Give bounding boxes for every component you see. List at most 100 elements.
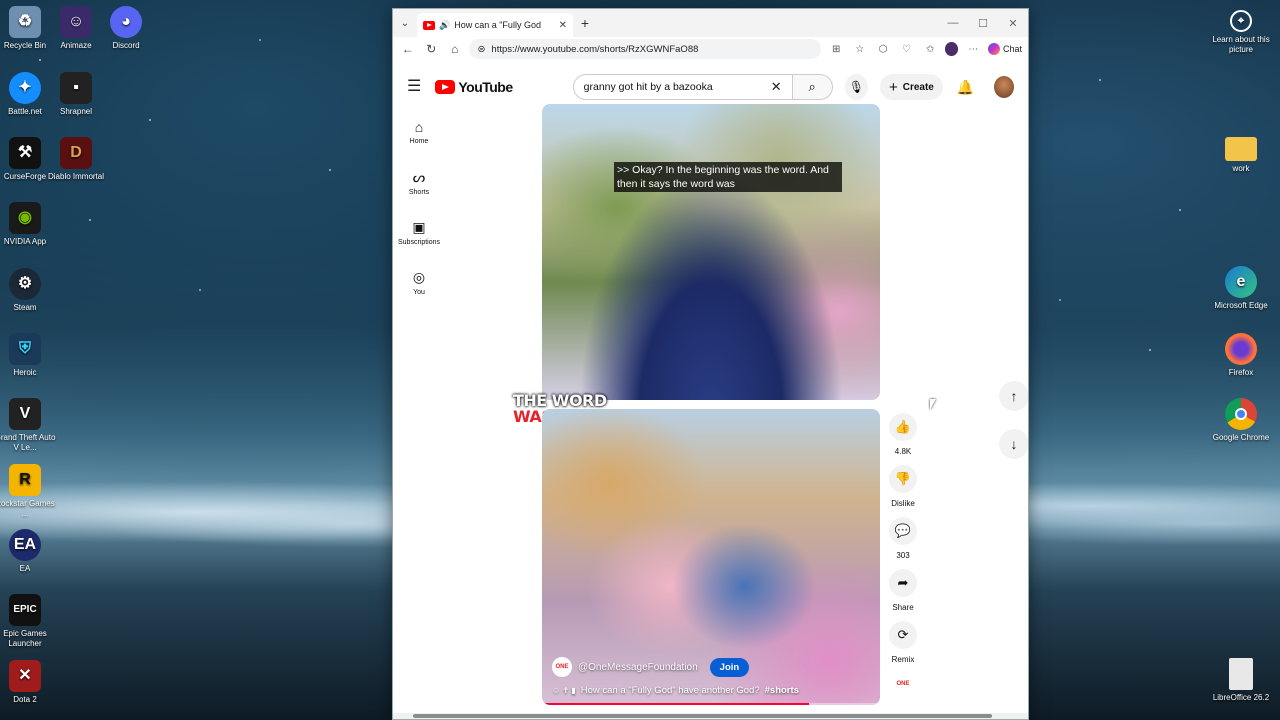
mouse-cursor-icon — [930, 399, 936, 410]
home-icon[interactable]: ⌂ — [446, 42, 463, 56]
desktop-icon-label: LibreOffice 26.2 — [1212, 693, 1270, 702]
back-icon[interactable]: ← — [399, 42, 416, 56]
you-icon: ◎ — [412, 269, 426, 285]
desktop-icon-heroic[interactable]: ⛨ Heroic — [0, 333, 57, 378]
dislike-action: 👎 Dislike — [887, 465, 919, 509]
reload-icon[interactable]: ↻ — [422, 42, 439, 56]
desktop-icon-diablo[interactable]: D Diablo Immortal — [44, 137, 108, 182]
guide-item-you[interactable]: ◎ You — [393, 263, 445, 313]
desktop-icon-steam[interactable]: ⚙ Steam — [0, 268, 57, 313]
desktop-icon-ea[interactable]: EA EA — [0, 529, 57, 574]
url-text: https://www.youtube.com/shorts/RzXGWNFaO… — [491, 43, 699, 55]
close-tab-icon[interactable]: ✕ — [559, 20, 567, 31]
next-short-button[interactable]: ↓ — [999, 429, 1028, 459]
chat-label: Chat — [1002, 44, 1022, 54]
desktop-icon-edge[interactable]: e Microsoft Edge — [1209, 266, 1273, 311]
scrollbar-thumb[interactable] — [413, 714, 992, 718]
guide-item-shorts[interactable]: ᔕ Shorts — [393, 163, 445, 213]
voice-search-button[interactable]: 🎙 — [844, 74, 868, 100]
search-query: granny got hit by a bazooka — [583, 81, 713, 93]
new-tab-button[interactable]: + — [573, 15, 597, 31]
clear-search-icon[interactable]: ✕ — [771, 79, 782, 95]
profile-avatar[interactable] — [944, 42, 959, 56]
maximize-icon[interactable]: ☐ — [968, 17, 998, 30]
gta-icon: V — [9, 398, 41, 430]
desktop-icon-chrome[interactable]: Google Chrome — [1209, 398, 1273, 443]
copilot-chat-button[interactable]: Chat — [987, 43, 1022, 55]
search-button[interactable]: ⌕ — [792, 74, 833, 100]
close-window-icon[interactable]: ✕ — [998, 17, 1028, 30]
shorts-video-bottom-frame[interactable]: ONE @OneMessageFoundation Join ☺ ✝ ▮ How… — [542, 409, 880, 705]
browser-essentials-icon[interactable]: ♡ — [898, 44, 915, 55]
notifications-bell-icon[interactable]: 🔔 — [957, 79, 974, 96]
epic-icon: EPIC — [9, 594, 41, 626]
desktop-icon-work[interactable]: work — [1209, 137, 1273, 174]
desktop-icon-rockstar[interactable]: R Rockstar Games ... — [0, 464, 57, 519]
curseforge-icon: ⚒ — [9, 137, 41, 169]
horizontal-scrollbar[interactable] — [393, 713, 1028, 719]
extensions-icon[interactable]: ⬡ — [874, 44, 891, 55]
remix-button[interactable]: ⟳ — [889, 621, 917, 649]
search-input[interactable]: granny got hit by a bazooka ✕ — [572, 74, 793, 100]
like-button[interactable]: 👍 — [889, 413, 917, 441]
desktop-icon-label: Dota 2 — [13, 695, 37, 704]
remix-label: Remix — [891, 655, 915, 664]
comment-button[interactable]: 💬 — [889, 517, 917, 545]
dislike-icon: 👎 — [894, 471, 912, 486]
desktop-icon-shrapnel[interactable]: ▪ Shrapnel — [44, 72, 108, 117]
guide-item-home[interactable]: ⌂ Home — [393, 113, 445, 163]
desktop-icon-discord[interactable]: ◕ Discord — [94, 6, 158, 51]
desktop-icon-nvidia[interactable]: ◉ NVIDIA App — [0, 202, 57, 247]
desktop-icon-label: EA — [19, 564, 31, 573]
shorts-action-bar: 👍 4.8K 👎 Dislike 💬 303 ➦ Share ⟳ Remix O… — [887, 413, 919, 695]
desktop-icon-learn-picture[interactable]: ⌖ Learn about this picture — [1209, 10, 1273, 55]
desktop-icon-label: Rockstar Games ... — [0, 499, 55, 518]
create-button[interactable]: + Create — [879, 74, 943, 100]
shorts-video-top-frame[interactable]: >> Okay? In the beginning was the word. … — [542, 104, 880, 400]
active-tab[interactable]: 🔊 How can a "Fully God ✕ — [417, 13, 573, 37]
speaker-icon[interactable]: 🔊 — [439, 20, 450, 31]
favorites-icon[interactable]: ✩ — [921, 44, 938, 55]
youtube-logo[interactable]: YouTube — [435, 79, 513, 95]
favorite-star-icon[interactable]: ☆ — [851, 44, 868, 55]
url-field[interactable]: ⊜ https://www.youtube.com/shorts/RzXGWNF… — [469, 39, 822, 59]
libreoffice-icon — [1229, 658, 1253, 690]
desktop-icon-libreoffice[interactable]: LibreOffice 26.2 — [1209, 658, 1273, 703]
learn-picture-icon: ⌖ — [1230, 10, 1252, 32]
tab-actions-chevron-icon[interactable]: ⌄ — [393, 18, 417, 29]
search-icon: ⌕ — [808, 79, 816, 94]
mini-guide: ⌂ Home ᔕ Shorts ▣ Subscriptions ◎ You — [393, 113, 445, 313]
user-avatar[interactable] — [994, 76, 1014, 98]
minimize-icon[interactable]: — — [938, 17, 968, 30]
desktop: { "desktop": { "left_icons": [ {"label":… — [0, 0, 1280, 720]
desktop-icon-epic[interactable]: EPIC Epic Games Launcher — [0, 594, 57, 649]
desktop-icon-label: Discord — [112, 41, 140, 50]
desktop-icon-firefox[interactable]: Firefox — [1209, 333, 1273, 378]
guide-label: Shorts — [408, 189, 430, 196]
shrapnel-icon: ▪ — [60, 72, 92, 104]
desktop-icon-dota[interactable]: ✕ Dota 2 — [0, 660, 57, 705]
video-title-row: ☺ ✝ ▮ How can a "Fully God" have another… — [552, 685, 799, 696]
join-button[interactable]: Join — [709, 657, 750, 677]
desktop-icon-label: Shrapnel — [59, 107, 93, 116]
channel-avatar[interactable]: ONE — [552, 657, 572, 677]
more-menu-icon[interactable]: ⋯ — [964, 44, 981, 55]
video-title[interactable]: How can a "Fully God" have another God? — [581, 685, 760, 696]
youtube-play-icon — [435, 80, 456, 94]
shorts-icon: ᔕ — [412, 169, 426, 185]
guide-item-subscriptions[interactable]: ▣ Subscriptions — [393, 213, 445, 263]
sound-brand-chip[interactable]: ONE — [892, 673, 914, 695]
hashtag-link[interactable]: #shorts — [765, 685, 799, 696]
desktop-icon-gta[interactable]: V Grand Theft Auto V Le... — [0, 398, 57, 453]
share-button[interactable]: ➦ — [889, 569, 917, 597]
channel-row: ONE @OneMessageFoundation Join — [552, 657, 750, 677]
desktop-icon-label: Heroic — [13, 368, 37, 377]
video-progress-bar[interactable] — [542, 703, 880, 705]
menu-icon[interactable]: ☰ — [407, 79, 421, 95]
channel-name[interactable]: @OneMessageFoundation — [578, 662, 698, 673]
previous-short-button[interactable]: ↑ — [999, 381, 1028, 411]
site-info-icon[interactable]: ⊜ — [477, 44, 485, 55]
split-screen-icon[interactable]: ⊞ — [827, 44, 844, 55]
dislike-button[interactable]: 👎 — [889, 465, 917, 493]
chrome-icon — [1225, 398, 1257, 430]
